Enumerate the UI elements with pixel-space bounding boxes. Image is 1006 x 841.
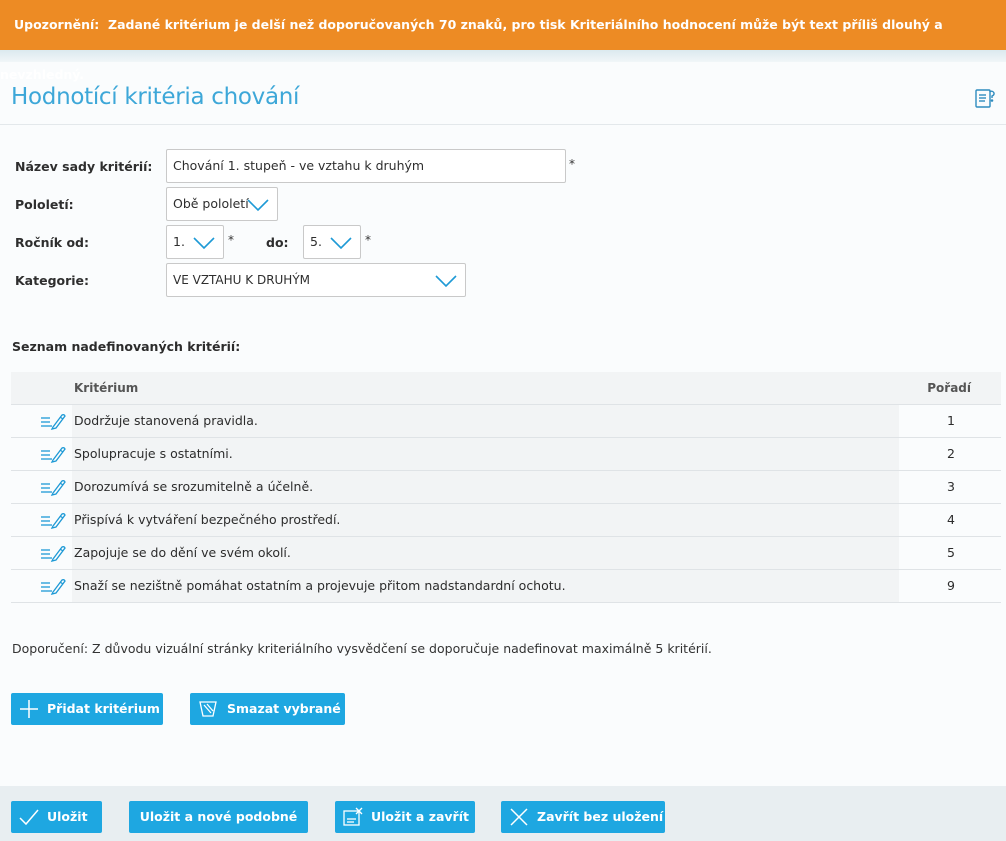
checkmark-icon [19, 809, 39, 826]
warning-shadow [0, 50, 1006, 62]
column-order[interactable]: Pořadí [927, 381, 971, 395]
edit-icon[interactable] [40, 511, 66, 529]
grade-from-value: 1. [173, 234, 185, 249]
table-row[interactable]: Dorozumívá se srozumitelně a účelně. 3 [11, 471, 1001, 504]
semester-label: Pololetí: [15, 197, 74, 212]
grade-to-value: 5. [310, 234, 322, 249]
close-icon [510, 808, 528, 826]
grade-to-select[interactable]: 5. [303, 225, 361, 259]
close-without-save-button[interactable]: Zavřít bez uložení [501, 801, 665, 833]
help-document-icon[interactable] [974, 87, 996, 109]
criterion-text: Dodržuje stanovená pravidla. [72, 405, 899, 437]
category-label: Kategorie: [15, 273, 90, 288]
criterion-text: Zapojuje se do dění ve svém okolí. [72, 537, 899, 569]
criteria-section-title: Seznam nadefinovaných kritérií: [12, 339, 241, 354]
required-mark: * [569, 157, 575, 171]
grade-to-label: do: [266, 235, 289, 250]
edit-icon[interactable] [40, 577, 66, 595]
add-criterion-label: Přidat kritérium [47, 701, 160, 716]
criterion-text: Přispívá k vytváření bezpečného prostřed… [72, 504, 899, 536]
criterion-text: Dorozumívá se srozumitelně a účelně. [72, 471, 899, 503]
save-label: Uložit [47, 809, 88, 824]
chevron-down-icon [435, 275, 457, 288]
semester-select[interactable]: Obě pololetí [166, 187, 278, 221]
edit-icon[interactable] [40, 412, 66, 430]
edit-icon[interactable] [40, 544, 66, 562]
name-label: Název sady kritérií: [15, 159, 153, 174]
criterion-order: 3 [947, 479, 955, 494]
save-close-label: Uložit a zavřít [371, 809, 469, 824]
table-row[interactable]: Dodržuje stanovená pravidla. 1 [11, 405, 1001, 438]
plus-icon [20, 700, 38, 718]
chevron-down-icon [247, 199, 269, 212]
chevron-down-icon [330, 237, 352, 250]
category-value: VE VZTAHU K DRUHÝM [173, 273, 311, 287]
edit-icon[interactable] [40, 445, 66, 463]
save-new-button[interactable]: Uložit a nové podobné [129, 801, 308, 833]
warning-banner: Upozornění: Zadané kritérium je delší ne… [0, 0, 1006, 82]
category-select[interactable]: VE VZTAHU K DRUHÝM [166, 263, 466, 297]
column-criterion[interactable]: Kritérium [74, 381, 138, 395]
criterion-text: Snaží se nezištně pomáhat ostatním a pro… [72, 570, 899, 602]
warning-prefix: Upozornění: [14, 17, 100, 32]
save-button[interactable]: Uložit [11, 801, 102, 833]
criterion-order: 4 [947, 512, 955, 527]
save-new-label: Uložit a nové podobné [139, 809, 298, 824]
criterion-order: 5 [947, 545, 955, 560]
required-mark: * [228, 233, 234, 247]
semester-value: Obě pololetí [173, 196, 249, 211]
save-close-button[interactable]: Uložit a zavřít [335, 801, 475, 833]
recommendation-note: Doporučení: Z důvodu vizuální stránky kr… [12, 641, 712, 656]
chevron-down-icon [193, 237, 215, 250]
table-row[interactable]: Spolupracuje s ostatními. 2 [11, 438, 1001, 471]
title-divider [0, 124, 1006, 125]
close-without-save-label: Zavřít bez uložení [537, 809, 664, 824]
grade-from-label: Ročník od: [15, 235, 90, 250]
page-title: Hodnotící kritéria chování [11, 84, 300, 110]
delete-selected-button[interactable]: Smazat vybrané [190, 693, 345, 725]
criterion-order: 1 [947, 413, 955, 428]
criterion-text: Spolupracuje s ostatními. [72, 438, 899, 470]
criterion-order: 2 [947, 446, 955, 461]
name-input[interactable]: Chování 1. stupeň - ve vztahu k druhým [166, 149, 566, 183]
grade-from-select[interactable]: 1. [166, 225, 224, 259]
table-row[interactable]: Snaží se nezištně pomáhat ostatním a pro… [11, 570, 1001, 603]
criterion-order: 9 [947, 578, 955, 593]
add-criterion-button[interactable]: Přidat kritérium [11, 693, 163, 725]
save-close-icon [343, 807, 363, 826]
eraser-icon [199, 701, 217, 717]
required-mark: * [365, 233, 371, 247]
edit-icon[interactable] [40, 478, 66, 496]
table-row[interactable]: Zapojuje se do dění ve svém okolí. 5 [11, 537, 1001, 570]
table-header: Kritérium Pořadí [11, 372, 1001, 405]
delete-selected-label: Smazat vybrané [227, 701, 341, 716]
table-row[interactable]: Přispívá k vytváření bezpečného prostřed… [11, 504, 1001, 537]
